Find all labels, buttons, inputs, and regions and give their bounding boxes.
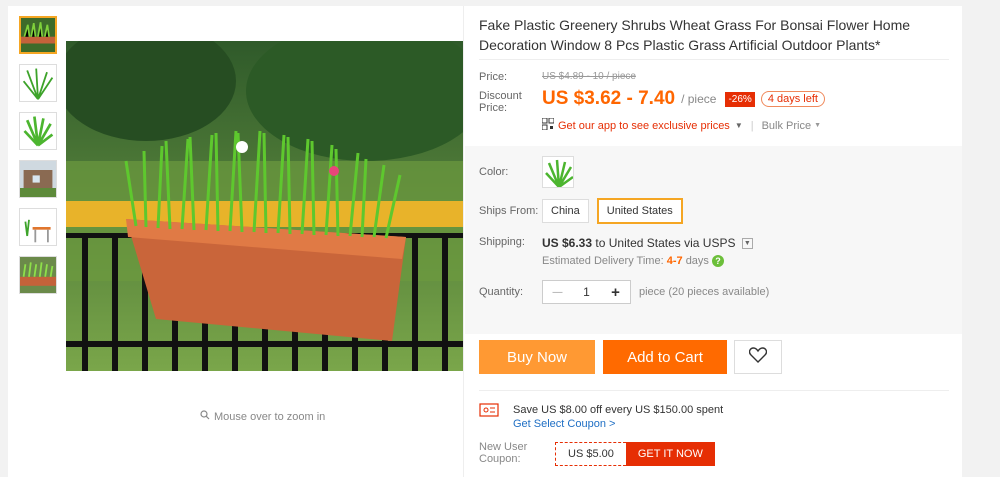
- get-select-coupon-link[interactable]: Get Select Coupon >: [513, 417, 723, 431]
- ships-from-china[interactable]: China: [542, 199, 589, 223]
- thumbnail-4[interactable]: [19, 160, 57, 198]
- quantity-stepper[interactable]: — 1 +: [542, 280, 631, 304]
- discount-price: US $3.62 - 7.40: [542, 88, 676, 109]
- delivery-estimate-label: Estimated Delivery Time:: [542, 255, 664, 267]
- price-row: Price: US $4.89 - 10 / piece: [479, 71, 949, 83]
- quantity-available: piece (20 pieces available): [639, 286, 770, 298]
- price-label: Price:: [479, 71, 508, 83]
- add-to-cart-button[interactable]: Add to Cart: [603, 340, 727, 374]
- price-unit: / piece: [681, 92, 717, 106]
- shipping-method[interactable]: US $6.33 to United States via USPS ▼: [542, 236, 753, 250]
- chevron-down-icon: ▼: [814, 122, 822, 129]
- thumbnail-2[interactable]: [19, 64, 57, 102]
- thumbnail-3[interactable]: [19, 112, 57, 150]
- quantity-decrease-button[interactable]: —: [543, 287, 572, 298]
- get-it-now-button[interactable]: GET IT NOW: [625, 442, 715, 466]
- app-promo-row: Get our app to see exclusive prices ▼ | …: [541, 117, 949, 133]
- discount-badge: -26%: [725, 91, 755, 107]
- help-icon[interactable]: ?: [712, 255, 724, 267]
- thumbnail-list: [19, 16, 59, 304]
- options-panel: Color: Ships From: China United States S…: [465, 146, 962, 334]
- zoom-hint: Mouse over to zoom in: [200, 410, 325, 423]
- quantity-row: Quantity: — 1 + piece (20 pieces availab…: [479, 280, 949, 304]
- quantity-input[interactable]: 1: [572, 285, 601, 299]
- buy-now-button[interactable]: Buy Now: [479, 340, 595, 374]
- new-user-coupon: US $5.00 GET IT NOW: [555, 442, 715, 466]
- discount-row: Discount Price: US $3.62 - 7.40 / piece …: [479, 88, 949, 114]
- quantity-label: Quantity:: [479, 286, 524, 298]
- shipping-label: Shipping:: [479, 236, 525, 248]
- color-row: Color:: [479, 156, 949, 188]
- color-label: Color:: [479, 166, 509, 178]
- ships-from-label: Ships From:: [479, 205, 539, 217]
- quantity-increase-button[interactable]: +: [601, 284, 630, 301]
- delivery-days: 4-7: [666, 255, 683, 267]
- original-price: US $4.89 - 10 / piece: [542, 71, 636, 82]
- delivery-unit: days: [685, 255, 709, 267]
- thumbnail-6[interactable]: [19, 256, 57, 294]
- ships-from-united-states[interactable]: United States: [596, 198, 683, 224]
- store-coupon: Save US $8.00 off every US $150.00 spent…: [479, 403, 723, 431]
- coupon-save-text: Save US $8.00 off every US $150.00 spent: [513, 404, 724, 416]
- coupon-value: US $5.00: [555, 442, 626, 466]
- shipping-row: Shipping: US $6.33 to United States via …: [479, 236, 949, 267]
- shipping-destination: to United States via USPS: [592, 236, 736, 250]
- column-divider: [463, 6, 464, 477]
- product-main-image[interactable]: [66, 41, 464, 371]
- search-icon: [200, 410, 210, 423]
- ships-from-row: Ships From: China United States: [479, 198, 949, 224]
- new-user-coupon-label: New User Coupon:: [479, 441, 528, 465]
- heart-icon: [748, 347, 768, 367]
- discount-label: Discount Price:: [479, 90, 522, 114]
- delivery-estimate: Estimated Delivery Time: 4-7 days ?: [542, 255, 753, 267]
- thumbnail-5[interactable]: [19, 208, 57, 246]
- chevron-down-icon[interactable]: ▼: [741, 238, 753, 250]
- product-title: Fake Plastic Greenery Shrubs Wheat Grass…: [479, 6, 949, 60]
- zoom-hint-text: Mouse over to zoom in: [214, 410, 326, 423]
- bulk-price-link[interactable]: Bulk Price: [762, 120, 812, 132]
- shipping-cost: US $6.33: [542, 236, 593, 250]
- wishlist-button[interactable]: [734, 340, 782, 374]
- section-divider: [479, 390, 949, 391]
- days-left-badge: 4 days left: [760, 91, 825, 107]
- color-swatch[interactable]: [542, 156, 574, 188]
- thumbnail-1[interactable]: [19, 16, 57, 54]
- qr-code-icon: [541, 117, 555, 133]
- product-info: Fake Plastic Greenery Shrubs Wheat Grass…: [479, 6, 949, 133]
- chevron-down-icon: ▼: [734, 121, 743, 130]
- app-promo-link[interactable]: Get our app to see exclusive prices: [558, 120, 730, 132]
- coupon-icon: [479, 403, 499, 431]
